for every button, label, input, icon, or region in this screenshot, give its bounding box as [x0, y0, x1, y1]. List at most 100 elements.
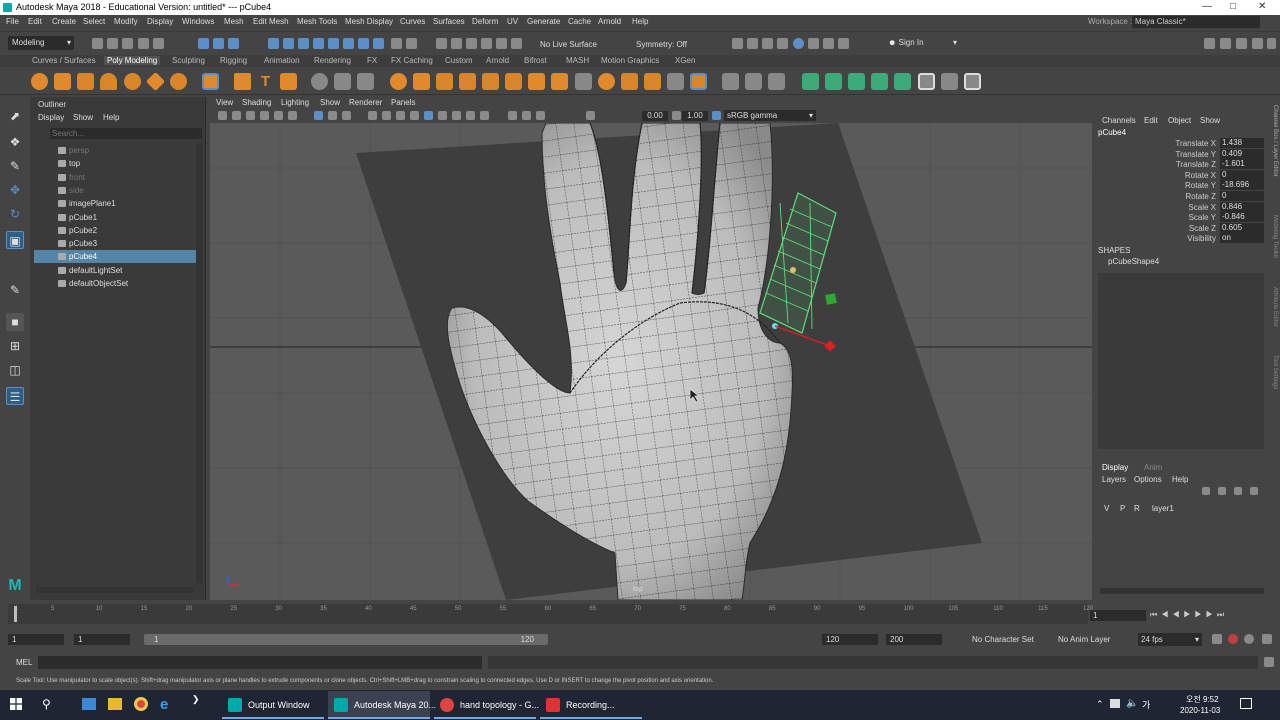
channel-value[interactable]: 0.409 — [1220, 148, 1264, 159]
range-bar[interactable]: 1 120 — [144, 634, 548, 645]
poly-cone-icon[interactable] — [100, 73, 117, 90]
loop-icon[interactable] — [1212, 634, 1222, 644]
channel-value[interactable]: 0 — [1220, 191, 1264, 201]
viewport-scene[interactable]: top — [210, 123, 1092, 600]
layer-tab-anim[interactable]: Anim — [1144, 463, 1162, 472]
channel-label[interactable]: Translate Z — [1126, 160, 1216, 169]
workspace-dropdown[interactable]: Maya Classic* — [1132, 16, 1260, 28]
shelf-tab-arnold[interactable]: Arnold — [486, 56, 509, 65]
ime-icon[interactable]: 가 — [1142, 698, 1150, 711]
fps-dropdown[interactable]: 24 fps ▾ — [1138, 633, 1202, 646]
arnold-render-icon[interactable] — [808, 38, 819, 49]
layer-row[interactable]: V P R layer1 — [1100, 504, 1264, 516]
shelf-tab-custom[interactable]: Custom — [445, 56, 473, 65]
outliner-item-defaultlightset[interactable]: defaultLightSet — [34, 264, 196, 277]
svg-icon[interactable] — [280, 73, 297, 90]
super-shape-icon[interactable] — [234, 73, 251, 90]
playback-start-field[interactable]: 1 — [74, 634, 130, 645]
select-object-icon[interactable] — [213, 38, 224, 49]
rotate-tool-icon[interactable]: ↻ — [6, 205, 24, 223]
wireframe-icon[interactable] — [368, 111, 377, 120]
viewport-panel[interactable]: View Shading Lighting Show Renderer Pane… — [210, 97, 1092, 600]
menu-curves[interactable]: Curves — [400, 17, 425, 26]
outliner-search-input[interactable] — [50, 128, 202, 139]
shelf-tab-animation[interactable]: Animation — [264, 56, 300, 65]
append-icon[interactable] — [551, 73, 568, 90]
auto-key-icon[interactable] — [1228, 634, 1238, 644]
menu-edit[interactable]: Edit — [28, 17, 42, 26]
live-surface-field[interactable]: No Live Surface — [540, 40, 597, 49]
wireframe-on-shaded-icon[interactable] — [396, 111, 405, 120]
layer-name[interactable]: layer1 — [1152, 504, 1174, 513]
save-scene-icon[interactable] — [122, 38, 133, 49]
smooth-icon[interactable] — [357, 73, 374, 90]
snap-view-icon[interactable] — [313, 38, 324, 49]
channel-value[interactable]: -18.696 — [1220, 180, 1264, 191]
step-back-icon[interactable]: ◀ — [1172, 610, 1183, 619]
layer-playback-toggle[interactable]: P — [1120, 504, 1125, 513]
auto-uv-icon[interactable] — [825, 73, 842, 90]
poly-sphere-icon[interactable] — [31, 73, 48, 90]
cube-view-icon[interactable] — [838, 38, 849, 49]
cb-menu-show[interactable]: Show — [1200, 116, 1220, 125]
taskbar-time[interactable]: 오전 9:52 — [1186, 694, 1219, 705]
planar-uv-icon[interactable] — [802, 73, 819, 90]
anim-end-field[interactable]: 200 — [886, 634, 942, 645]
exposure-field[interactable]: 0.00 — [642, 111, 668, 121]
tool-settings-icon[interactable] — [1236, 38, 1247, 49]
image-plane-icon[interactable] — [260, 111, 269, 120]
render-settings-icon[interactable] — [762, 38, 773, 49]
insert-loop-icon[interactable] — [745, 73, 762, 90]
layer-menu-layers[interactable]: Layers — [1102, 475, 1126, 484]
layer-visibility-toggle[interactable]: V — [1104, 504, 1109, 513]
step-forward-icon[interactable]: ▶ — [1195, 610, 1206, 619]
vp-menu-shading[interactable]: Shading — [242, 98, 271, 107]
taskbar-output-window[interactable]: Output Window — [222, 691, 324, 719]
menu-generate[interactable]: Generate — [527, 17, 560, 26]
gamma-field[interactable]: 1.00 — [682, 111, 708, 121]
cb-menu-edit[interactable]: Edit — [1144, 116, 1158, 125]
mel-label[interactable]: MEL — [16, 658, 32, 667]
cb-side-tab-modeling[interactable]: Modeling Toolkit — [1272, 215, 1278, 258]
menu-file[interactable]: File — [6, 17, 19, 26]
menu-help[interactable]: Help — [632, 17, 648, 26]
outliner-item-pcube3[interactable]: pCube3 — [34, 237, 196, 250]
undo-icon[interactable] — [138, 38, 149, 49]
poly-cube-icon[interactable] — [54, 73, 71, 90]
shelf-tab-fx-caching[interactable]: FX Caching — [391, 56, 433, 65]
select-hierarchy-icon[interactable] — [198, 38, 209, 49]
outliner-hscrollbar[interactable] — [36, 587, 194, 593]
xray-icon[interactable] — [424, 111, 433, 120]
outliner-menu-display[interactable]: Display — [38, 113, 64, 122]
outliner-item-defaultobjectset[interactable]: defaultObjectSet — [34, 277, 196, 290]
type-icon[interactable]: T — [257, 73, 274, 90]
channel-label[interactable]: Rotate Z — [1126, 192, 1216, 201]
new-layer-selected-icon[interactable] — [1250, 487, 1258, 495]
extrude-icon[interactable] — [528, 73, 545, 90]
connect-icon[interactable] — [667, 73, 684, 90]
edge-loop-icon[interactable] — [722, 73, 739, 90]
mirror-icon[interactable] — [436, 73, 453, 90]
menu-select[interactable]: Select — [83, 17, 105, 26]
outliner-item-imageplane1[interactable]: imagePlane1 — [34, 197, 196, 210]
menu-uv[interactable]: UV — [507, 17, 518, 26]
play-icon[interactable]: ▶ — [1183, 610, 1194, 619]
shelf-tab-bifrost[interactable]: Bifrost — [524, 56, 547, 65]
poly-disc-icon[interactable] — [170, 73, 187, 90]
cut-uv-icon[interactable] — [941, 73, 958, 90]
channel-value[interactable]: 1.438 — [1220, 138, 1264, 148]
menu-arnold[interactable]: Arnold — [598, 17, 621, 26]
notifications-icon[interactable] — [1240, 698, 1252, 709]
script-editor-icon[interactable] — [1264, 657, 1274, 667]
two-view-icon[interactable]: ◫ — [6, 361, 24, 379]
channel-value[interactable]: -0.846 — [1220, 212, 1264, 223]
cb-menu-channels[interactable]: Channels — [1102, 116, 1136, 125]
new-scene-icon[interactable] — [92, 38, 103, 49]
2d-pan-icon[interactable] — [274, 111, 283, 120]
anim-prefs-icon[interactable] — [1244, 634, 1254, 644]
step-forward-key-icon[interactable]: ▶ — [1206, 610, 1217, 619]
channel-label[interactable]: Scale Y — [1126, 213, 1216, 222]
channel-value[interactable]: 0.605 — [1220, 222, 1264, 233]
camera-select-icon[interactable] — [218, 111, 227, 120]
task-view-icon[interactable] — [82, 698, 96, 710]
